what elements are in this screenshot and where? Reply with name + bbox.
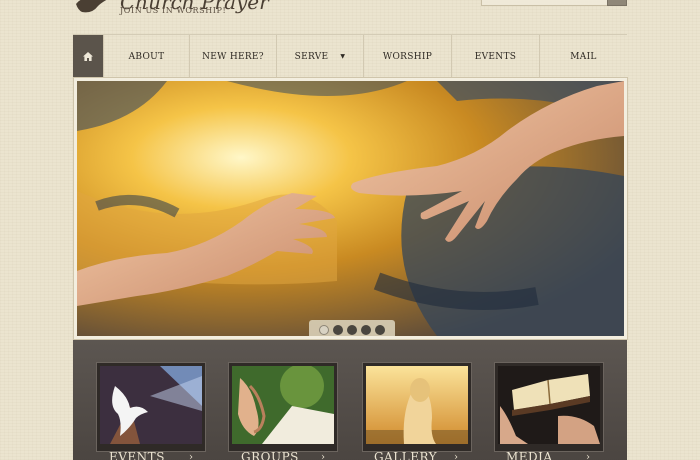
slider-dot-1[interactable] (319, 324, 329, 335)
arrow-right-icon: › (321, 452, 325, 460)
nav-item-serve[interactable]: SERVE ▼ (276, 35, 363, 78)
slider-dot-5[interactable] (375, 324, 385, 335)
nav-label-mail: MAIL (570, 51, 597, 62)
nav-item-worship[interactable]: WORSHIP (363, 35, 451, 78)
chevron-down-icon: ▼ (340, 53, 346, 60)
card-label-events[interactable]: EVENTS (109, 450, 165, 460)
hero-slider[interactable] (74, 78, 627, 339)
praying-hands-image (232, 366, 334, 444)
nav-label-events: EVENTS (474, 51, 517, 62)
nav-label-about: ABOUT (128, 51, 165, 62)
gallery-woman-image (366, 366, 468, 444)
dove-logo-icon (76, 0, 107, 13)
card-groups[interactable] (228, 362, 338, 452)
card-label-media[interactable]: MEDIA (506, 450, 553, 460)
nav-label-new-here: NEW HERE? (202, 51, 264, 62)
logo-tagline: JOIN US IN WORSHIP! (120, 6, 227, 15)
slider-dot-2[interactable] (333, 324, 343, 335)
nav-item-new-here[interactable]: NEW HERE? (189, 35, 276, 78)
home-icon (83, 52, 93, 61)
home-button[interactable] (73, 35, 103, 78)
card-events[interactable] (96, 362, 206, 452)
nav-item-about[interactable]: ABOUT (103, 35, 189, 78)
nav-item-mail[interactable]: MAIL (539, 35, 627, 78)
slider-pagination (309, 320, 395, 336)
header: Church Prayer JOIN US IN WORSHIP! (0, 0, 700, 36)
search-button[interactable] (607, 0, 627, 6)
main-nav: ABOUT NEW HERE? SERVE ▼ WORSHIP EVENTS M… (73, 34, 627, 78)
hero-image-reaching-hands (77, 81, 624, 336)
card-gallery[interactable] (362, 362, 472, 452)
dove-image (100, 366, 202, 444)
nav-label-serve: SERVE (294, 51, 329, 62)
slider-dot-3[interactable] (347, 324, 357, 335)
arrow-right-icon: › (586, 452, 590, 460)
bible-hands-image (498, 366, 600, 444)
card-label-gallery[interactable]: GALLERY (374, 450, 437, 460)
arrow-right-icon: › (454, 452, 458, 460)
feature-panel: EVENTS › GROUPS › GALLERY › MEDIA › (73, 340, 627, 460)
search-input[interactable] (481, 0, 608, 6)
nav-item-events[interactable]: EVENTS (451, 35, 539, 78)
arrow-right-icon: › (189, 452, 193, 460)
card-label-groups[interactable]: GROUPS (241, 450, 299, 460)
slider-dot-4[interactable] (361, 324, 371, 335)
nav-label-worship: WORSHIP (382, 51, 433, 62)
card-media[interactable] (494, 362, 604, 452)
